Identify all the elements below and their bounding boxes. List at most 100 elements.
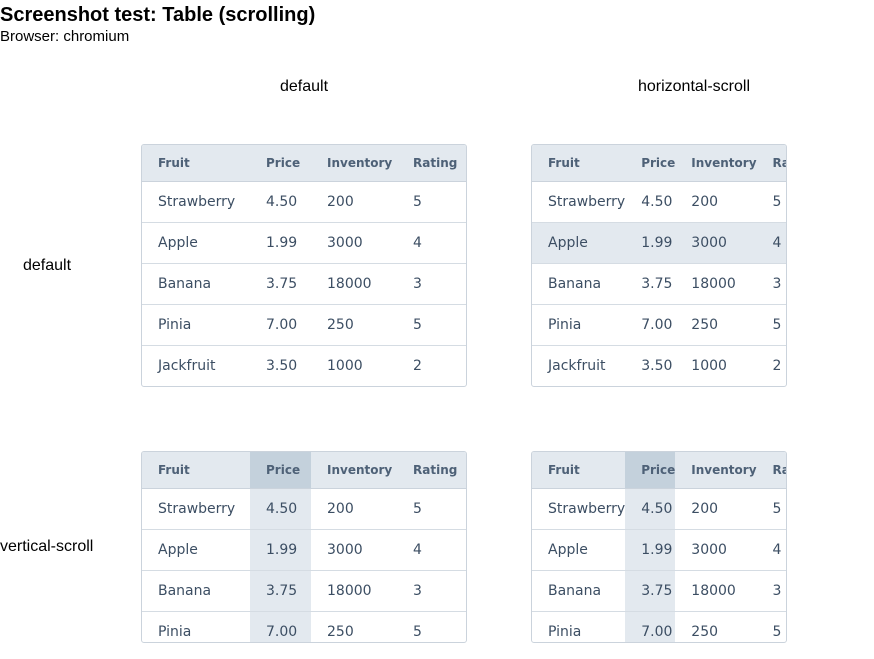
- cell-price: 4.50: [625, 181, 676, 223]
- column-header-fruit[interactable]: Fruit: [532, 145, 626, 182]
- cell-fruit: Jackfruit: [548, 357, 606, 374]
- cell-inventory: 3000: [311, 222, 397, 264]
- cell-rating: 5: [756, 488, 786, 530]
- table-row[interactable]: Strawberry 4.50 200 5: [532, 181, 786, 223]
- table-horizontal-scroll[interactable]: Fruit Price Inventory Rating Strawberry4…: [531, 144, 787, 387]
- table-row[interactable]: Strawberry 4.50 200 5: [142, 181, 466, 223]
- cell-inventory: 3000: [675, 529, 757, 571]
- column-header-price[interactable]: Price: [625, 145, 676, 182]
- cell-fruit: Banana: [142, 570, 250, 612]
- table-row-hovered[interactable]: Apple 1.99 3000 4: [532, 222, 786, 264]
- table-row[interactable]: Banana 3.75 18000 3: [532, 570, 786, 612]
- cell-price: 3.75: [250, 263, 311, 305]
- table-row[interactable]: Apple 1.99 3000 4: [532, 529, 786, 571]
- cell-rating: 2: [772, 357, 782, 374]
- cell-fruit: Strawberry: [532, 181, 626, 223]
- column-header-price[interactable]: Price: [625, 452, 676, 489]
- table-horizontal-vertical-scroll[interactable]: Fruit Price Inventory Rating Strawberry4…: [531, 451, 787, 643]
- cell-price: 4.50: [250, 488, 311, 530]
- cell-price: 7.00: [250, 304, 311, 346]
- cell-inventory: 200: [311, 488, 397, 530]
- cell-fruit: Jackfruit: [158, 357, 216, 374]
- cell-rating: 5: [756, 304, 786, 346]
- cell-fruit: Apple: [142, 222, 250, 264]
- cell-price: 7.00: [250, 611, 311, 642]
- cell-fruit: Apple: [532, 529, 626, 571]
- cell-inventory: 3000: [311, 529, 397, 571]
- column-header-fruit[interactable]: Fruit: [142, 452, 250, 489]
- table-row[interactable]: Banana 3.75 18000 3: [142, 570, 466, 612]
- cell-inventory: 200: [311, 181, 397, 223]
- cell-inventory: 200: [675, 181, 757, 223]
- cell-inventory: 18000: [311, 263, 397, 305]
- cell-inventory: 18000: [311, 570, 397, 612]
- table-row[interactable]: Strawberry 4.50 200 5: [532, 488, 786, 530]
- page-title: Screenshot test: Table (scrolling): [0, 4, 316, 26]
- cell-inventory: 3000: [675, 222, 757, 264]
- cell-rating: 3: [397, 263, 466, 305]
- table-row[interactable]: Pinia 7.00 250 5: [532, 304, 786, 346]
- cell-price: 7.00: [625, 304, 676, 346]
- cell-fruit: Pinia: [158, 623, 192, 640]
- column-header-inventory[interactable]: Inventory: [675, 452, 757, 489]
- table-row[interactable]: Jackfruit 3.50 1000 2: [142, 345, 466, 386]
- cell-inventory: 250: [327, 623, 354, 640]
- cell-inventory: 18000: [675, 263, 757, 305]
- column-header-price[interactable]: Price: [250, 452, 311, 489]
- cell-fruit: Strawberry: [142, 181, 250, 223]
- cell-price: 1.99: [250, 222, 311, 264]
- cell-rating: 4: [397, 222, 466, 264]
- cell-inventory: 250: [675, 304, 757, 346]
- table-default[interactable]: Fruit Price Inventory Rating Strawberry 4…: [141, 144, 467, 387]
- cell-fruit: Pinia: [142, 304, 250, 346]
- cell-price: 4.50: [625, 488, 676, 530]
- column-label-horizontal-scroll: horizontal-scroll: [637, 78, 751, 95]
- cell-price: 3.75: [625, 570, 676, 612]
- column-header-fruit[interactable]: Fruit: [532, 452, 626, 489]
- cell-price: 3.75: [250, 570, 311, 612]
- column-header-price[interactable]: Price: [250, 145, 311, 182]
- column-header-inventory[interactable]: Inventory: [311, 145, 397, 182]
- row-label-vertical-scroll: vertical-scroll: [0, 538, 94, 555]
- cell-rating: 2: [413, 357, 422, 374]
- column-header-inventory[interactable]: Inventory: [311, 452, 397, 489]
- cell-inventory: 18000: [675, 570, 757, 612]
- table-row[interactable]: Banana 3.75 18000 3: [532, 263, 786, 305]
- cell-fruit: Strawberry: [142, 488, 250, 530]
- cell-inventory: 200: [675, 488, 757, 530]
- cell-rating: 3: [756, 263, 786, 305]
- cell-price: 3.50: [266, 357, 298, 374]
- cell-rating: 5: [397, 304, 466, 346]
- table-row[interactable]: Apple 1.99 3000 4: [142, 222, 466, 264]
- table-row[interactable]: Pinia 7.00 250 5: [142, 611, 466, 642]
- column-header-fruit[interactable]: Fruit: [142, 145, 250, 182]
- cell-rating: 3: [397, 570, 466, 612]
- cell-fruit: Strawberry: [532, 488, 626, 530]
- cell-rating: 4: [397, 529, 466, 571]
- cell-inventory: 250: [311, 304, 397, 346]
- cell-inventory: 1000: [327, 357, 363, 374]
- browser-label: Browser: chromium: [0, 28, 130, 45]
- cell-inventory: 250: [691, 623, 719, 640]
- table-row[interactable]: Jackfruit 3.50 1000 2: [532, 345, 786, 386]
- cell-fruit: Pinia: [532, 304, 626, 346]
- table-row[interactable]: Banana 3.75 18000 3: [142, 263, 466, 305]
- column-header-rating[interactable]: Rating: [756, 452, 786, 489]
- cell-price: 3.50: [641, 357, 673, 374]
- table-vertical-scroll[interactable]: Fruit Price Inventory Rating Strawberry 4…: [141, 451, 467, 643]
- cell-price: 3.75: [625, 263, 676, 305]
- cell-rating: 3: [756, 570, 786, 612]
- column-header-inventory[interactable]: Inventory: [675, 145, 757, 182]
- cell-price: 1.99: [625, 529, 676, 571]
- table-header-row: Fruit Price Inventory Rating: [142, 452, 466, 489]
- column-header-rating[interactable]: Rating: [397, 452, 466, 489]
- column-header-rating[interactable]: Rating: [756, 145, 786, 182]
- table-row[interactable]: Strawberry 4.50 200 5: [142, 488, 466, 530]
- table-row[interactable]: Pinia 7.00 250 5: [532, 611, 786, 642]
- column-header-rating[interactable]: Rating: [397, 145, 466, 182]
- table-row[interactable]: Apple 1.99 3000 4: [142, 529, 466, 571]
- cell-rating: 5: [772, 623, 782, 640]
- cell-inventory: 1000: [691, 357, 727, 374]
- table-row[interactable]: Pinia 7.00 250 5: [142, 304, 466, 346]
- table-header-row: Fruit Price Inventory Rating: [142, 145, 466, 182]
